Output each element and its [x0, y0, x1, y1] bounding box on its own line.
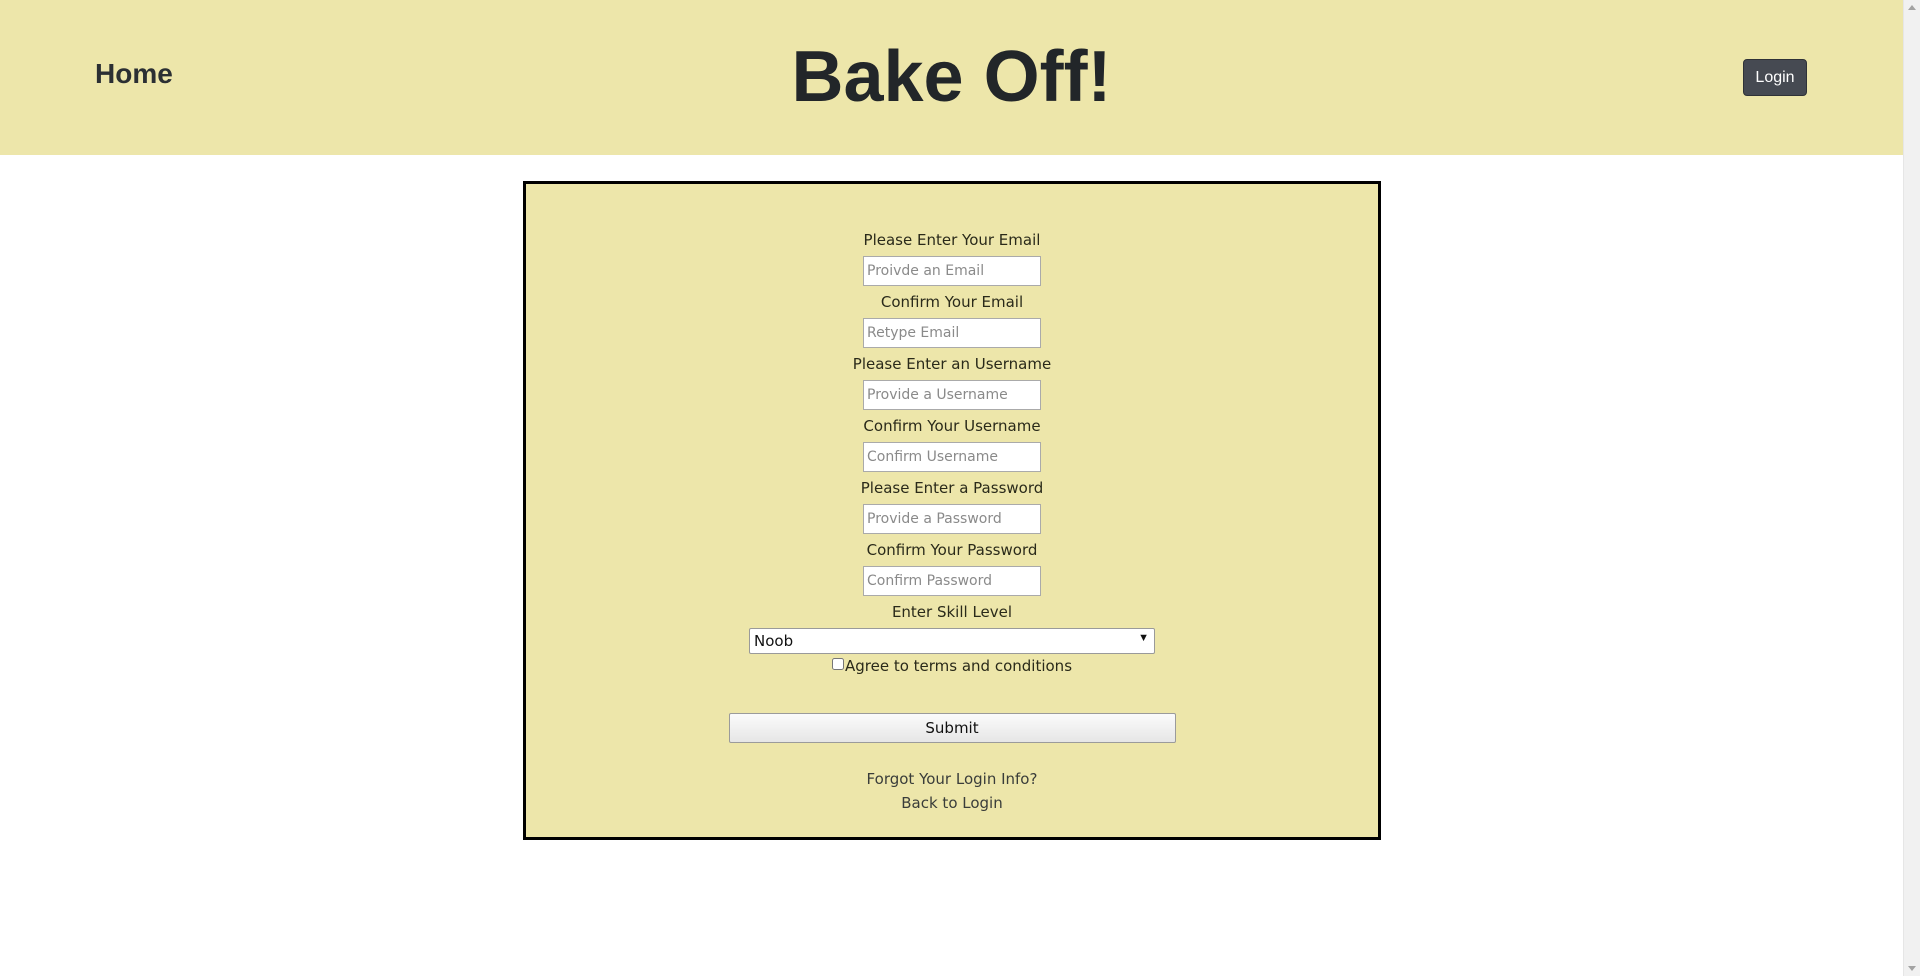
- email-field[interactable]: [863, 256, 1041, 286]
- password-field[interactable]: [863, 504, 1041, 534]
- skill-level-dropdown[interactable]: Noob ▼: [749, 628, 1155, 654]
- email-label: Please Enter Your Email: [863, 231, 1041, 249]
- confirm-email-field[interactable]: [863, 318, 1041, 348]
- confirm-username-label: Confirm Your Username: [863, 417, 1041, 435]
- scroll-down-icon[interactable]: [1908, 966, 1916, 971]
- login-button[interactable]: Login: [1743, 59, 1807, 96]
- top-navbar: Home Bake Off! Login: [0, 0, 1903, 155]
- username-label: Please Enter an Username: [852, 355, 1052, 373]
- page: Home Bake Off! Login Please Enter Your E…: [0, 0, 1903, 976]
- forgot-login-link[interactable]: Forgot Your Login Info?: [526, 767, 1378, 791]
- password-label: Please Enter a Password: [860, 479, 1044, 497]
- back-to-login-link[interactable]: Back to Login: [526, 791, 1378, 815]
- terms-checkbox[interactable]: [831, 658, 844, 670]
- signup-form: Please Enter Your Email Confirm Your Ema…: [526, 230, 1378, 815]
- skill-level-select[interactable]: Noob: [749, 628, 1155, 654]
- confirm-password-field[interactable]: [863, 566, 1041, 596]
- terms-label: Agree to terms and conditions: [844, 657, 1073, 675]
- terms-row: Agree to terms and conditions: [526, 656, 1378, 676]
- site-title: Bake Off!: [791, 37, 1112, 117]
- username-field[interactable]: [863, 380, 1041, 410]
- signup-form-panel: Please Enter Your Email Confirm Your Ema…: [523, 181, 1381, 840]
- skill-level-label: Enter Skill Level: [891, 603, 1013, 621]
- submit-button[interactable]: Submit: [728, 713, 1176, 743]
- vertical-scrollbar[interactable]: [1903, 0, 1920, 976]
- scroll-up-icon[interactable]: [1908, 5, 1916, 10]
- confirm-username-field[interactable]: [863, 442, 1041, 472]
- confirm-email-label: Confirm Your Email: [880, 293, 1024, 311]
- confirm-password-label: Confirm Your Password: [866, 541, 1038, 559]
- form-links: Forgot Your Login Info? Back to Login: [526, 767, 1378, 815]
